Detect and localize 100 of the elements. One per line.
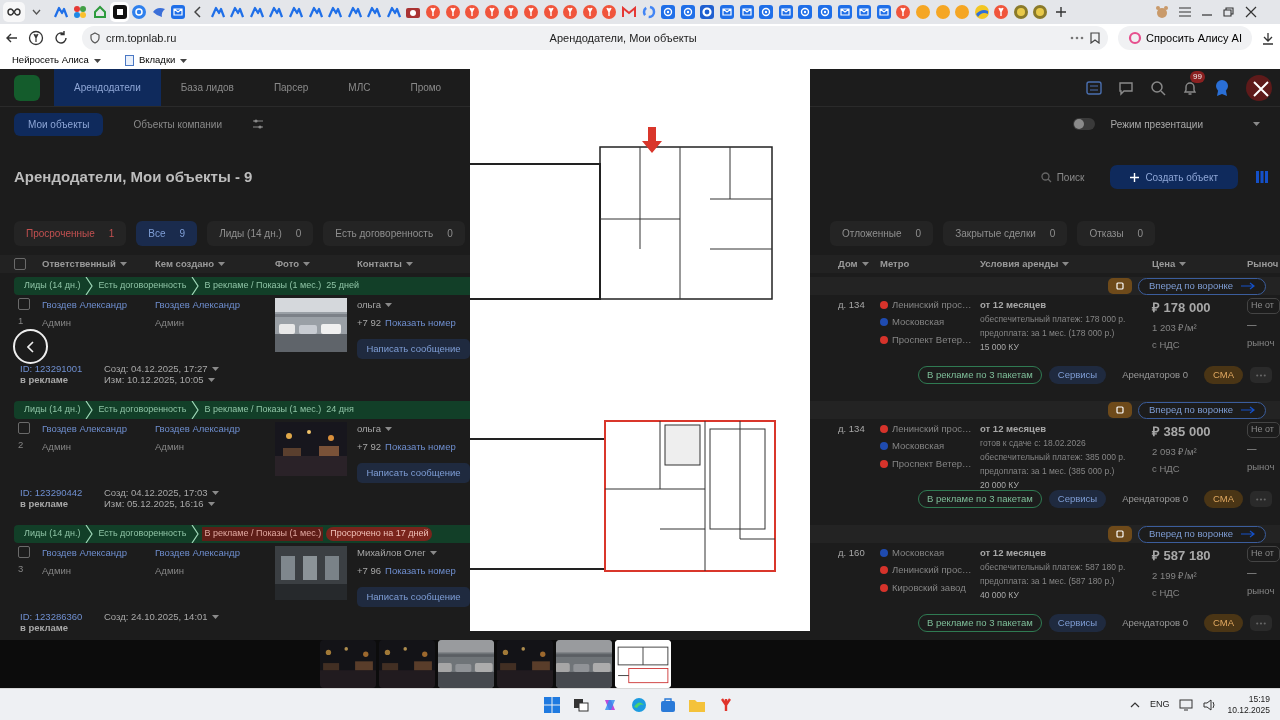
object-id[interactable]: ID: 123290442 (20, 487, 104, 499)
nav-tab[interactable]: Арендодатели (54, 69, 161, 106)
contact-name[interactable]: Михайлов Олег (357, 546, 426, 561)
message-button[interactable]: Написать сообщение (357, 462, 470, 483)
menu-icon[interactable] (1179, 7, 1191, 17)
column-header[interactable]: Условия аренды (980, 256, 1070, 272)
cma-button[interactable]: СМА (1204, 366, 1243, 384)
nav-tab[interactable]: База лидов (160, 69, 254, 106)
thumbnail[interactable] (379, 640, 435, 688)
column-header[interactable]: Фото (275, 256, 310, 272)
nav-tab[interactable]: Промо (390, 69, 462, 106)
cma-button[interactable]: СМА (1204, 490, 1243, 508)
cma-button[interactable]: СМА (1204, 614, 1243, 632)
tenants-button[interactable]: Арендаторов 0 (1113, 614, 1197, 632)
circle-logo-icon[interactable] (28, 30, 44, 46)
column-header[interactable]: Ответственный (42, 256, 127, 272)
services-button[interactable]: Сервисы (1048, 366, 1107, 384)
address-field[interactable]: crm.topnlab.ru Арендодатели, Мои объекты (82, 26, 1109, 50)
services-button[interactable]: Сервисы (1048, 614, 1107, 632)
row-checkbox[interactable] (18, 546, 30, 558)
chat-icon[interactable] (1118, 79, 1134, 96)
windows-logo-icon[interactable] (544, 696, 560, 713)
bell-icon[interactable] (1182, 79, 1198, 96)
column-header[interactable]: Цена (1152, 256, 1187, 272)
filter-tab[interactable]: Лиды (14 дн.) 0 (207, 220, 314, 246)
create-button[interactable]: Создать объект (1110, 165, 1238, 189)
thumbnail[interactable] (556, 640, 612, 688)
monitor-icon[interactable] (1179, 698, 1194, 711)
action-button[interactable] (1108, 526, 1133, 542)
column-header[interactable]: Контакты (357, 256, 413, 272)
list-icon[interactable] (1086, 79, 1102, 96)
task-view-icon[interactable] (573, 697, 589, 712)
app-logo[interactable] (14, 74, 40, 101)
object-id[interactable]: ID: 123286360 (20, 611, 104, 623)
filter-tab[interactable]: Отказы 0 (1077, 220, 1156, 246)
filter-tab[interactable]: Просроченные 1 (14, 220, 127, 246)
filter-tab[interactable]: Закрытые сделки 0 (943, 220, 1068, 246)
chevron-up-icon[interactable] (1129, 701, 1140, 708)
contact-name[interactable]: ольга (357, 298, 382, 313)
action-button[interactable] (1108, 278, 1133, 294)
filter-tab[interactable]: Все 9 (136, 220, 198, 246)
back-icon[interactable] (6, 32, 18, 44)
nav-tab[interactable]: МЛС (328, 69, 391, 106)
workspace-button[interactable] (3, 2, 25, 22)
sub-tab[interactable]: Мои объекты (14, 112, 104, 136)
row-checkbox[interactable] (18, 422, 30, 434)
bookmark-folder[interactable]: Вкладки (124, 53, 188, 68)
thumbnail[interactable] (320, 640, 376, 688)
column-header[interactable]: Метро (880, 256, 910, 272)
speaker-icon[interactable] (1203, 698, 1218, 711)
person-link[interactable]: Гвоздев Александр (42, 422, 155, 437)
more-icon[interactable] (1070, 36, 1085, 40)
columns-icon[interactable] (1256, 171, 1268, 183)
person-link[interactable]: Гвоздев Александр (42, 546, 155, 561)
browser-tab[interactable] (109, 2, 130, 22)
bookmark-icon[interactable] (1090, 32, 1101, 44)
restore-icon[interactable] (1223, 7, 1235, 17)
advance-button[interactable]: Вперед по воронке (1138, 525, 1266, 543)
toggle-switch[interactable] (1072, 118, 1095, 130)
advance-button[interactable]: Вперед по воронке (1138, 401, 1266, 419)
previous-button[interactable] (13, 329, 48, 364)
action-button[interactable] (1108, 402, 1133, 418)
thumbnail[interactable] (438, 640, 494, 688)
bear-icon[interactable] (1155, 5, 1169, 19)
person-link[interactable]: Гвоздев Александр (155, 546, 275, 561)
nav-tab[interactable]: Парсер (253, 69, 329, 106)
sub-tab[interactable]: Объекты компании (119, 112, 237, 136)
advance-button[interactable]: Вперед по воронке (1138, 277, 1266, 295)
medal-icon[interactable] (1214, 78, 1230, 97)
filter-tab[interactable]: Отложенные 0 (830, 220, 934, 246)
search-button[interactable]: Поиск (1034, 168, 1091, 186)
show-number-link[interactable]: Показать номер (385, 440, 456, 455)
tenants-button[interactable]: Арендаторов 0 (1113, 490, 1197, 508)
message-button[interactable]: Написать сообщение (357, 338, 470, 359)
show-number-link[interactable]: Показать номер (385, 316, 456, 331)
ask-alice-button[interactable]: Спросить Алису AI (1118, 26, 1252, 50)
reload-icon[interactable] (54, 31, 68, 45)
search-icon[interactable] (1150, 79, 1166, 96)
column-header[interactable]: Дом (838, 256, 869, 272)
services-button[interactable]: Сервисы (1048, 490, 1107, 508)
contact-name[interactable]: ольга (357, 422, 382, 437)
show-number-link[interactable]: Показать номер (385, 564, 456, 579)
column-header[interactable]: Кем создано (155, 256, 226, 272)
object-id[interactable]: ID: 123291001 (20, 363, 104, 375)
tenants-button[interactable]: Арендаторов 0 (1113, 366, 1197, 384)
store-icon[interactable] (660, 696, 676, 713)
message-button[interactable]: Написать сообщение (357, 586, 470, 607)
filter-tab[interactable]: Есть договоренность 0 (323, 220, 465, 246)
person-link[interactable]: Гвоздев Александр (42, 298, 155, 313)
thumbnail[interactable] (615, 640, 671, 688)
column-header[interactable]: Рыноч (1247, 256, 1279, 272)
close-icon[interactable] (1245, 6, 1257, 18)
select-all-checkbox[interactable] (14, 258, 26, 270)
row-checkbox[interactable] (18, 298, 30, 310)
language-indicator[interactable]: ENG (1149, 697, 1170, 712)
sliders-icon[interactable] (252, 118, 265, 130)
download-icon[interactable] (1262, 31, 1274, 45)
person-link[interactable]: Гвоздев Александр (155, 422, 275, 437)
person-link[interactable]: Гвоздев Александр (155, 298, 275, 313)
thumbnail[interactable] (497, 640, 553, 688)
